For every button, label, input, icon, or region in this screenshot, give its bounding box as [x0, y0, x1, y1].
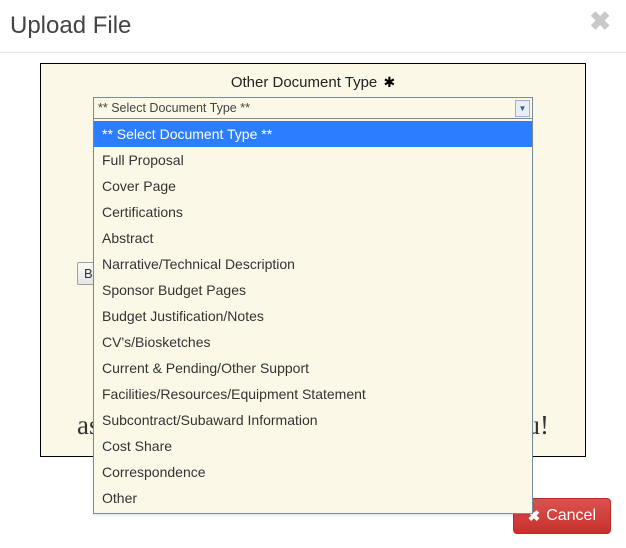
doc-type-label: Other Document Type ✱: [41, 74, 585, 91]
doc-type-option[interactable]: Full Proposal: [94, 147, 532, 173]
required-icon: ✱: [383, 74, 395, 90]
doc-type-select[interactable]: ** Select Document Type ** ▼: [93, 97, 533, 119]
doc-type-option[interactable]: Cover Page: [94, 173, 532, 199]
doc-type-option[interactable]: Sponsor Budget Pages: [94, 277, 532, 303]
doc-type-option[interactable]: Cost Share: [94, 433, 532, 459]
doc-type-option[interactable]: Correspondence: [94, 459, 532, 485]
doc-type-option[interactable]: CV's/Biosketches: [94, 329, 532, 355]
doc-type-option[interactable]: Other: [94, 485, 532, 511]
doc-type-label-text: Other Document Type: [231, 74, 377, 91]
doc-type-option[interactable]: Facilities/Resources/Equipment Statement: [94, 381, 532, 407]
modal-body: Other Document Type ✱ ** Select Document…: [0, 53, 626, 485]
doc-type-option[interactable]: ** Select Document Type **: [94, 121, 532, 147]
doc-type-select-value: ** Select Document Type **: [98, 101, 250, 115]
doc-type-option[interactable]: Abstract: [94, 225, 532, 251]
doc-type-option[interactable]: Current & Pending/Other Support: [94, 355, 532, 381]
doc-type-options[interactable]: ** Select Document Type **Full ProposalC…: [93, 119, 533, 514]
doc-type-option[interactable]: Narrative/Technical Description: [94, 251, 532, 277]
doc-type-select-wrap: ** Select Document Type ** ▼ ** Select D…: [93, 97, 533, 119]
doc-type-option[interactable]: Certifications: [94, 199, 532, 225]
doc-type-option[interactable]: Subcontract/Subaward Information: [94, 407, 532, 433]
modal-title: Upload File: [10, 12, 131, 40]
chevron-down-icon: ▼: [515, 100, 530, 117]
modal-header: Upload File ✖: [0, 0, 626, 53]
doc-type-option[interactable]: Budget Justification/Notes: [94, 303, 532, 329]
cancel-button-label: Cancel: [546, 507, 596, 525]
close-icon[interactable]: ✖: [589, 8, 611, 34]
upload-panel: Other Document Type ✱ ** Select Document…: [40, 63, 586, 457]
